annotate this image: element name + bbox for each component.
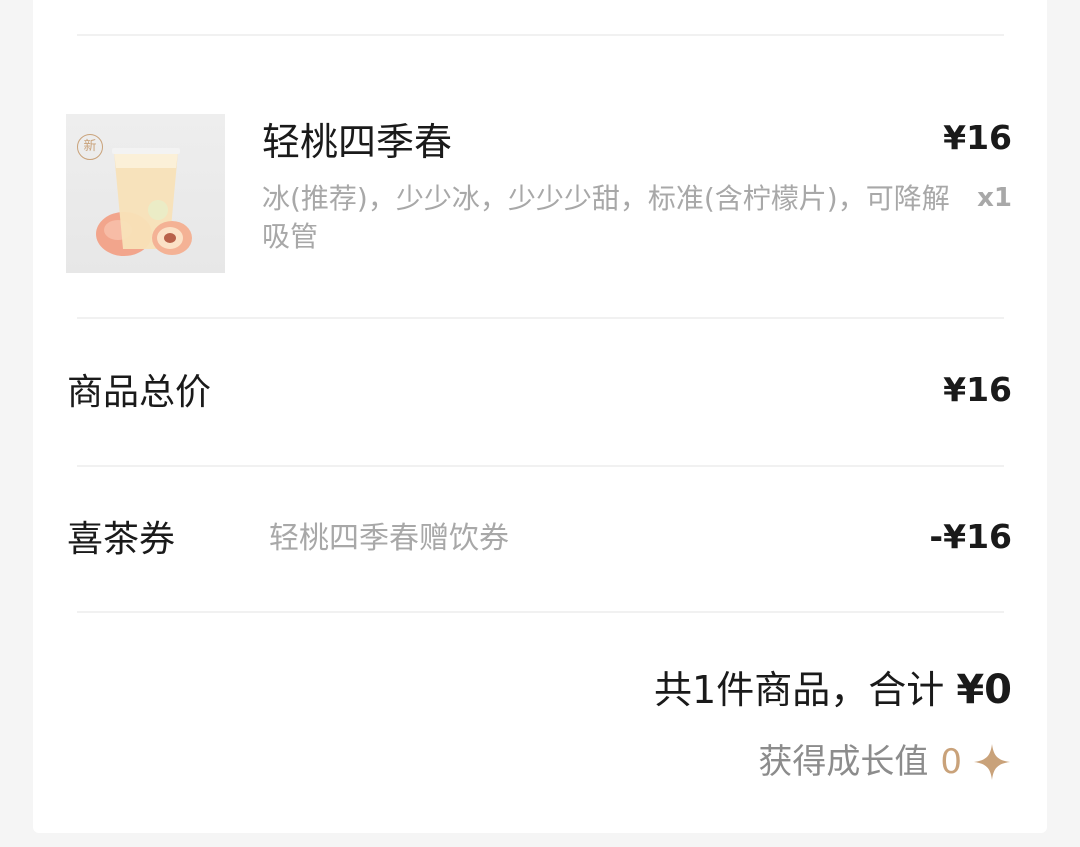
subtotal-label: 商品总价 — [67, 372, 212, 413]
divider-top — [77, 34, 1004, 36]
summary-total: ¥0 — [956, 667, 1012, 713]
sparkle-icon — [974, 744, 1010, 780]
product-spec: 冰(推荐)，少少冰，少少少甜，标准(含柠檬片)，可降解吸管 — [262, 182, 950, 253]
new-badge: 新 — [77, 134, 103, 160]
divider-after-subtotal — [77, 465, 1004, 467]
summary-count-text: 共1件商品，合计 — [654, 668, 945, 712]
divider-after-item — [77, 317, 1004, 319]
coupon-description: 轻桃四季春赠饮券 — [269, 521, 509, 556]
order-summary: 共1件商品，合计 ¥0 — [654, 664, 1012, 716]
growth-value: 0 — [940, 742, 962, 782]
product-thumbnail: 新 — [66, 114, 225, 273]
product-price: ¥16 — [943, 118, 1012, 157]
subtotal-value: ¥16 — [943, 370, 1012, 409]
growth-label: 获得成长值 — [758, 742, 929, 782]
order-detail-card: 新 轻桃四季春 ¥16 冰(推荐)，少少冰，少少少甜，标准(含柠檬片)，可降解吸… — [33, 0, 1047, 833]
coupon-label: 喜茶券 — [67, 519, 176, 560]
coupon-value: -¥16 — [929, 517, 1012, 556]
divider-after-coupon — [77, 611, 1004, 613]
growth-points: 获得成长值 0 — [758, 738, 1012, 786]
product-quantity: x1 — [977, 183, 1012, 213]
product-name: 轻桃四季春 — [262, 120, 453, 164]
